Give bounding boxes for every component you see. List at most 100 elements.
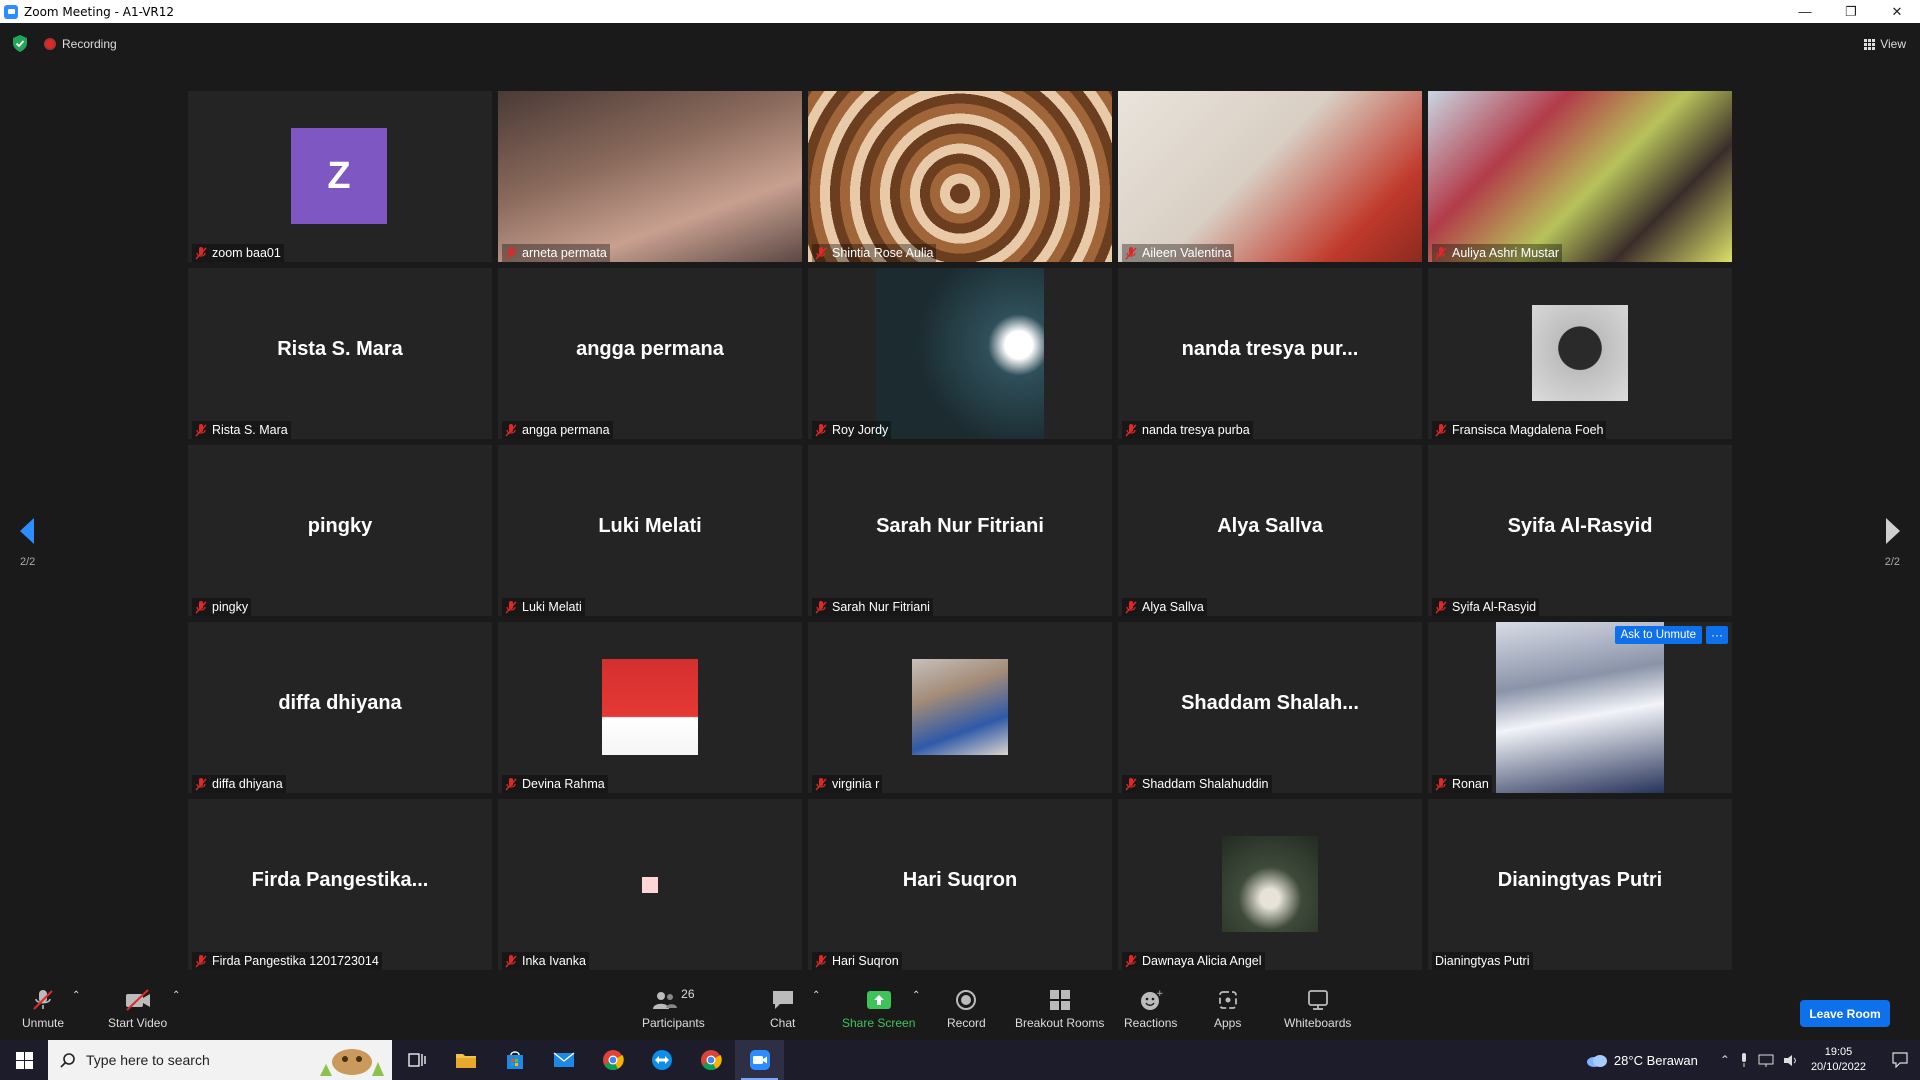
participant-tile[interactable]: diffa dhiyana diffa dhiyana bbox=[188, 622, 492, 793]
participant-display-name: Shaddam Shalah... bbox=[1181, 692, 1359, 714]
participants-label: Participants bbox=[642, 1016, 705, 1030]
participant-name-label: nanda tresya purba bbox=[1122, 421, 1253, 439]
security-shield-icon[interactable] bbox=[12, 35, 28, 52]
participant-tile[interactable]: Hari Suqron Hari Suqron bbox=[808, 799, 1112, 970]
svg-text:+: + bbox=[1156, 989, 1163, 999]
microsoft-store-button[interactable] bbox=[490, 1040, 539, 1080]
participant-name: Dawnaya Alicia Angel bbox=[1142, 954, 1262, 968]
recording-indicator[interactable]: Recording bbox=[44, 37, 117, 51]
leave-room-button[interactable]: Leave Room bbox=[1800, 1000, 1890, 1027]
whiteboards-button[interactable]: Whiteboards bbox=[1284, 988, 1351, 1030]
participant-tile[interactable]: Luki Melati Luki Melati bbox=[498, 445, 802, 616]
participant-name-label: Rista S. Mara bbox=[192, 421, 291, 439]
participant-display-name: Syifa Al-Rasyid bbox=[1507, 515, 1653, 537]
participant-name: Hari Suqron bbox=[832, 954, 899, 968]
participant-tile[interactable]: Auliya Ashri Mustar bbox=[1428, 91, 1732, 262]
apps-button[interactable]: Apps bbox=[1214, 988, 1241, 1030]
profile-photo bbox=[642, 877, 658, 893]
breakout-rooms-button[interactable]: Breakout Rooms bbox=[1015, 988, 1104, 1030]
participant-tile[interactable]: Dianingtyas Putri Dianingtyas Putri bbox=[1428, 799, 1732, 970]
recording-label: Recording bbox=[62, 37, 117, 51]
participant-display-name: Dianingtyas Putri bbox=[1497, 869, 1663, 891]
share-options-caret-icon[interactable]: ⌃ bbox=[912, 990, 920, 1001]
participant-tile[interactable]: arneta permata bbox=[498, 91, 802, 262]
participant-tile[interactable]: Devina Rahma bbox=[498, 622, 802, 793]
minimize-button[interactable]: — bbox=[1782, 0, 1828, 23]
chat-options-caret-icon[interactable]: ⌃ bbox=[812, 990, 820, 1001]
microphone-in-use-icon[interactable] bbox=[1739, 1053, 1749, 1067]
network-icon[interactable] bbox=[1758, 1054, 1774, 1067]
close-button[interactable]: ✕ bbox=[1874, 0, 1920, 23]
store-bag-icon bbox=[506, 1051, 523, 1069]
muted-mic-icon bbox=[1125, 777, 1137, 791]
teamviewer-button[interactable] bbox=[637, 1040, 686, 1080]
ask-to-unmute-button[interactable]: Ask to Unmute bbox=[1614, 626, 1702, 644]
participant-tile[interactable]: Zzoom baa01 bbox=[188, 91, 492, 262]
participant-tile[interactable]: Inka Ivanka bbox=[498, 799, 802, 970]
participant-name-label: Dianingtyas Putri bbox=[1432, 952, 1533, 970]
video-options-caret-icon[interactable]: ⌃ bbox=[172, 990, 180, 1001]
participant-tile[interactable]: Rista S. Mara Rista S. Mara bbox=[188, 268, 492, 439]
start-button[interactable] bbox=[0, 1040, 48, 1080]
participant-tile[interactable]: virginia r bbox=[808, 622, 1112, 793]
record-button[interactable]: Record bbox=[947, 988, 986, 1030]
participant-name: pingky bbox=[212, 600, 249, 614]
participant-display-name: Luki Melati bbox=[598, 515, 702, 537]
share-screen-button[interactable]: Share Screen bbox=[842, 988, 915, 1030]
participant-name-label: Firda Pangestika 1201723014 bbox=[192, 952, 382, 970]
chrome-button[interactable] bbox=[588, 1040, 637, 1080]
zoom-taskbar-button[interactable] bbox=[735, 1040, 784, 1080]
grid-view-icon bbox=[1864, 38, 1876, 50]
unmute-button[interactable]: Unmute bbox=[22, 988, 64, 1030]
participant-tile[interactable]: Sarah Nur Fitriani Sarah Nur Fitriani bbox=[808, 445, 1112, 616]
participant-tile[interactable]: Roy Jordy bbox=[808, 268, 1112, 439]
participant-name-label: Sarah Nur Fitriani bbox=[812, 598, 933, 616]
start-video-button[interactable]: Start Video bbox=[108, 988, 167, 1030]
previous-page-arrow-icon[interactable] bbox=[18, 516, 38, 546]
participant-video bbox=[808, 91, 1112, 262]
whiteboard-icon bbox=[1307, 990, 1328, 1010]
participant-tile[interactable]: Firda Pangestika... Firda Pangestika 1201… bbox=[188, 799, 492, 970]
chat-button[interactable]: Chat bbox=[770, 988, 795, 1030]
participant-tile[interactable]: Dawnaya Alicia Angel bbox=[1118, 799, 1422, 970]
next-page-arrow-icon[interactable] bbox=[1882, 516, 1902, 546]
task-view-button[interactable] bbox=[392, 1040, 441, 1080]
muted-mic-icon bbox=[1125, 954, 1137, 968]
muted-mic-icon bbox=[195, 777, 207, 791]
participant-tile[interactable]: Syifa Al-Rasyid Syifa Al-Rasyid bbox=[1428, 445, 1732, 616]
participant-name: Rista S. Mara bbox=[212, 423, 288, 437]
participant-tile[interactable]: Shaddam Shalah... Shaddam Shalahuddin bbox=[1118, 622, 1422, 793]
weather-widget[interactable]: 28°C Berawan bbox=[1586, 1053, 1698, 1068]
participant-tile[interactable]: Aileen Valentina bbox=[1118, 91, 1422, 262]
participant-tile[interactable]: angga permana angga permana bbox=[498, 268, 802, 439]
participant-tile[interactable]: nanda tresya pur... nanda tresya purba bbox=[1118, 268, 1422, 439]
participant-name-label: virginia r bbox=[812, 775, 883, 793]
participant-tile[interactable]: Alya Sallva Alya Sallva bbox=[1118, 445, 1422, 616]
participant-tile[interactable]: pingky pingky bbox=[188, 445, 492, 616]
reactions-button[interactable]: + Reactions bbox=[1124, 988, 1177, 1030]
chrome-profile-button[interactable] bbox=[686, 1040, 735, 1080]
zoom-icon bbox=[749, 1050, 770, 1070]
notification-center-button[interactable] bbox=[1880, 1052, 1920, 1068]
participant-tile[interactable]: Fransisca Magdalena Foeh bbox=[1428, 268, 1732, 439]
tray-overflow-chevron-icon[interactable]: ⌃ bbox=[1720, 1053, 1730, 1067]
participant-name: angga permana bbox=[522, 423, 610, 437]
participants-button[interactable]: 26 Participants bbox=[642, 987, 705, 1030]
taskbar-clock[interactable]: 19:05 20/10/2022 bbox=[1811, 1045, 1866, 1075]
chat-label: Chat bbox=[770, 1016, 796, 1030]
volume-icon[interactable] bbox=[1783, 1054, 1799, 1067]
participant-tile[interactable]: Ronan Ask to Unmute ··· bbox=[1428, 622, 1732, 793]
restore-button[interactable]: ❐ bbox=[1828, 0, 1874, 23]
search-highlight-illustration-icon bbox=[320, 1049, 384, 1076]
tray-icons: ⌃ bbox=[1720, 1053, 1799, 1067]
muted-mic-icon bbox=[1435, 423, 1447, 437]
view-button[interactable]: View bbox=[1864, 37, 1906, 51]
audio-options-caret-icon[interactable]: ⌃ bbox=[72, 990, 80, 1001]
file-explorer-button[interactable] bbox=[441, 1040, 490, 1080]
participant-name-label: Devina Rahma bbox=[502, 775, 608, 793]
more-options-button[interactable]: ··· bbox=[1706, 626, 1728, 644]
taskbar-search-box[interactable]: Type here to search bbox=[48, 1040, 392, 1080]
participant-name: Sarah Nur Fitriani bbox=[832, 600, 930, 614]
mail-button[interactable] bbox=[539, 1040, 588, 1080]
participant-tile[interactable]: Shintia Rose Aulia bbox=[808, 91, 1112, 262]
